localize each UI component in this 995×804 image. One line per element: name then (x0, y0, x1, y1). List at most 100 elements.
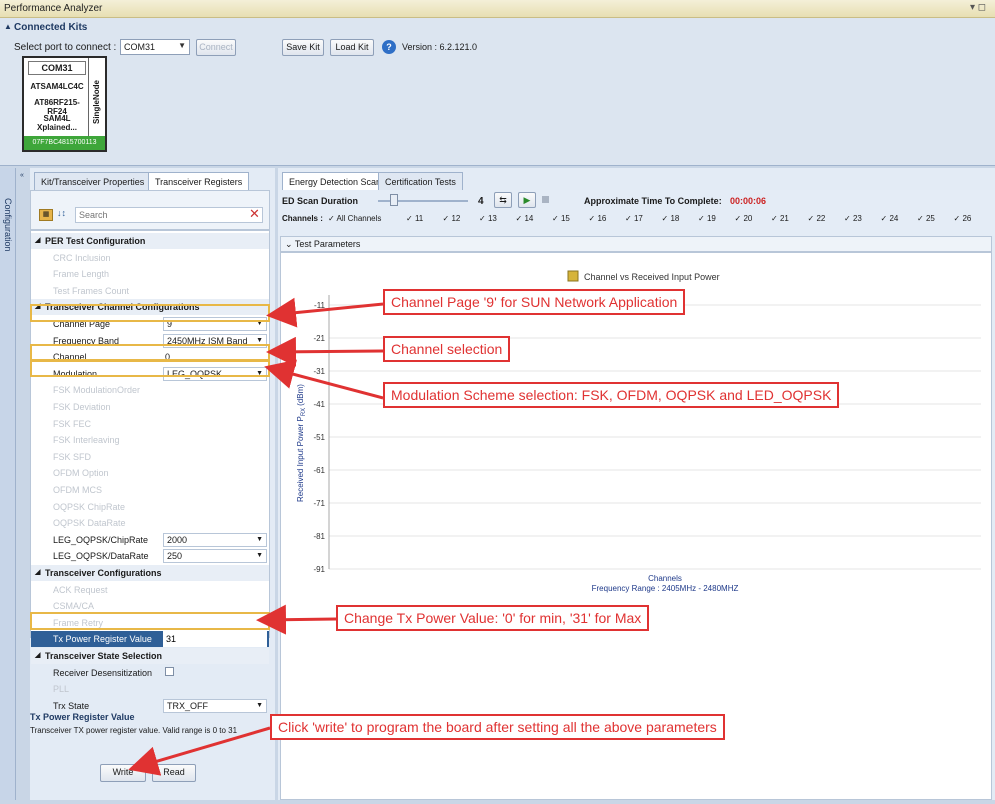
channel-checkbox-20[interactable]: ✓ 20 (735, 214, 753, 223)
category-transceiver-state-selection[interactable]: ◢ Transceiver State Selection (31, 648, 269, 664)
property-fsk-fec[interactable]: FSK FEC (31, 416, 269, 432)
property-frame-length[interactable]: Frame Length (31, 266, 269, 282)
property-test-frames-count[interactable]: Test Frames Count (31, 283, 269, 299)
property-name: Test Frames Count (53, 285, 130, 296)
channel-label: 19 (706, 214, 716, 223)
y-tick-label: -91 (313, 565, 325, 574)
property-channel-page[interactable]: Channel Page 9 ▼ (31, 316, 269, 332)
property-fsk-interleaving[interactable]: FSK Interleaving (31, 432, 269, 448)
description-title: Tx Power Register Value (30, 712, 135, 722)
categorized-icon[interactable]: ▦ (39, 209, 53, 221)
property-leg-oqpsk-datarate[interactable]: LEG_OQPSK/DataRate 250 ▼ (31, 548, 269, 564)
channel-label: 16 (597, 214, 607, 223)
y-label-main: Received Input Power P (296, 416, 305, 502)
channel-checkbox-26[interactable]: ✓ 26 (954, 214, 972, 223)
property-name: OQPSK ChipRate (53, 501, 126, 512)
tab-energy-detection-scan[interactable]: Energy Detection Scan (282, 172, 389, 190)
collapse-triangle-icon[interactable]: ◢ (35, 233, 40, 249)
property-value-select[interactable]: LEG_OQPSK ▼ (163, 366, 267, 381)
channel-checkbox-11[interactable]: ✓ 11 (406, 214, 423, 223)
channel-checkbox-22[interactable]: ✓ 22 (808, 214, 826, 223)
property-value-select[interactable]: 9 ▼ (163, 317, 267, 331)
category-transceiver-configurations[interactable]: ◢ Transceiver Configurations (31, 565, 269, 581)
channel-checkbox-21[interactable]: ✓ 21 (771, 214, 789, 223)
channel-checkbox-17[interactable]: ✓ 17 (625, 214, 643, 223)
property-value[interactable]: 0 (165, 349, 170, 365)
category-transceiver-channel-configurations[interactable]: ◢ Transceiver Channel Configurations (31, 299, 269, 316)
property-ofdm-mcs[interactable]: OFDM MCS (31, 482, 269, 498)
property-name: Frequency Band (53, 335, 120, 346)
checkbox[interactable] (165, 666, 174, 676)
sort-az-icon[interactable]: ↓↕ (57, 208, 66, 218)
read-button[interactable]: Read (152, 764, 196, 782)
property-modulation[interactable]: Modulation LEG_OQPSK ▼ (31, 366, 269, 382)
all-channels-checkbox[interactable]: ✓ All Channels (328, 214, 381, 223)
property-frame-retry[interactable]: Frame Retry (31, 615, 269, 631)
chevron-down-icon: ▼ (178, 41, 186, 50)
test-parameters-bar[interactable]: ⌄ Test Parameters (280, 236, 992, 252)
category-per-test-configuration[interactable]: ◢ PER Test Configuration (31, 233, 269, 249)
tab-certification-tests[interactable]: Certification Tests (378, 172, 463, 190)
channel-checkbox-18[interactable]: ✓ 18 (662, 214, 680, 223)
property-value[interactable]: 31 (163, 631, 267, 648)
window-controls[interactable]: ▾ ◻ (970, 2, 986, 13)
property-value-select[interactable]: 250 ▼ (163, 549, 267, 564)
property-name: OFDM Option (53, 468, 109, 479)
property-ack-request[interactable]: ACK Request (31, 582, 269, 598)
refresh-icon[interactable]: ⇆ (494, 192, 512, 208)
property-oqpsk-chiprate[interactable]: OQPSK ChipRate (31, 499, 269, 515)
channel-checkbox-25[interactable]: ✓ 25 (917, 214, 935, 223)
property-csma-ca[interactable]: CSMA/CA (31, 598, 269, 614)
channel-checkbox-19[interactable]: ✓ 19 (698, 214, 716, 223)
property-fsk-sfd[interactable]: FSK SFD (31, 449, 269, 465)
collapse-icon[interactable]: ▲ (4, 22, 12, 31)
channel-checkbox-24[interactable]: ✓ 24 (881, 214, 899, 223)
channel-checkbox-13[interactable]: ✓ 13 (479, 214, 497, 223)
tab-transceiver-registers[interactable]: Transceiver Registers (148, 172, 250, 190)
clear-search-icon[interactable]: ✕ (249, 206, 260, 222)
collapse-triangle-icon[interactable]: ◢ (35, 648, 40, 664)
help-icon[interactable]: ? (382, 40, 396, 54)
property-value-select[interactable]: 2000 ▼ (163, 532, 267, 547)
property-frequency-band[interactable]: Frequency Band 2450MHz ISM Band ▼ (31, 333, 269, 349)
channel-checkbox-12[interactable]: ✓ 12 (443, 214, 461, 223)
save-kit-button[interactable]: Save Kit (282, 39, 324, 56)
y-tick-label: -21 (313, 334, 325, 343)
property-crc-inclusion[interactable]: CRC Inclusion (31, 250, 269, 266)
property-tx-power-register-value[interactable]: Tx Power Register Value 31 (31, 631, 269, 648)
configuration-sidebar[interactable]: Configuration (0, 168, 16, 800)
search-input[interactable] (75, 207, 263, 223)
x-axis-sublabel: Frequency Range : 2405MHz - 2480MHZ (592, 584, 739, 593)
write-button[interactable]: Write (100, 764, 146, 782)
property-oqpsk-datarate[interactable]: OQPSK DataRate (31, 515, 269, 531)
channels-label: Channels : (282, 214, 323, 223)
y-tick-label: -31 (313, 367, 325, 376)
property-ofdm-option[interactable]: OFDM Option (31, 465, 269, 481)
channel-checkbox-14[interactable]: ✓ 14 (516, 214, 534, 223)
property-value[interactable] (165, 665, 174, 681)
duration-slider-thumb[interactable] (390, 194, 398, 206)
connect-button[interactable]: Connect (196, 39, 236, 56)
property-fsk-deviation[interactable]: FSK Deviation (31, 399, 269, 415)
property-name: OQPSK DataRate (53, 518, 126, 529)
property-pll[interactable]: PLL (31, 681, 269, 697)
tab-kit-transceiver-properties[interactable]: Kit/Transceiver Properties (34, 172, 152, 190)
play-icon[interactable]: ▶ (518, 192, 536, 208)
stop-icon[interactable] (542, 196, 549, 203)
load-kit-button[interactable]: Load Kit (330, 39, 374, 56)
collapse-triangle-icon[interactable]: ◢ (35, 565, 40, 581)
property-channel[interactable]: Channel 0 (31, 349, 269, 365)
channel-label: 11 (414, 214, 424, 223)
property-value-select[interactable]: 2450MHz ISM Band ▼ (163, 333, 267, 348)
channel-checkbox-23[interactable]: ✓ 23 (844, 214, 862, 223)
property-fsk-modulationorder[interactable]: FSK ModulationOrder (31, 382, 269, 398)
property-value-select[interactable]: TRX_OFF ▼ (163, 698, 267, 713)
kit-card[interactable]: COM31 ATSAM4LC4C AT86RF215-RF24 SAM4L Xp… (22, 56, 107, 152)
pin-icon[interactable]: « (20, 172, 24, 179)
port-select[interactable]: COM31 ▼ (120, 39, 190, 55)
channel-checkbox-16[interactable]: ✓ 16 (589, 214, 607, 223)
property-leg-oqpsk-chiprate[interactable]: LEG_OQPSK/ChipRate 2000 ▼ (31, 532, 269, 548)
property-receiver-desensitization[interactable]: Receiver Desensitization (31, 665, 269, 681)
channel-checkbox-15[interactable]: ✓ 15 (552, 214, 570, 223)
collapse-triangle-icon[interactable]: ◢ (35, 299, 40, 315)
